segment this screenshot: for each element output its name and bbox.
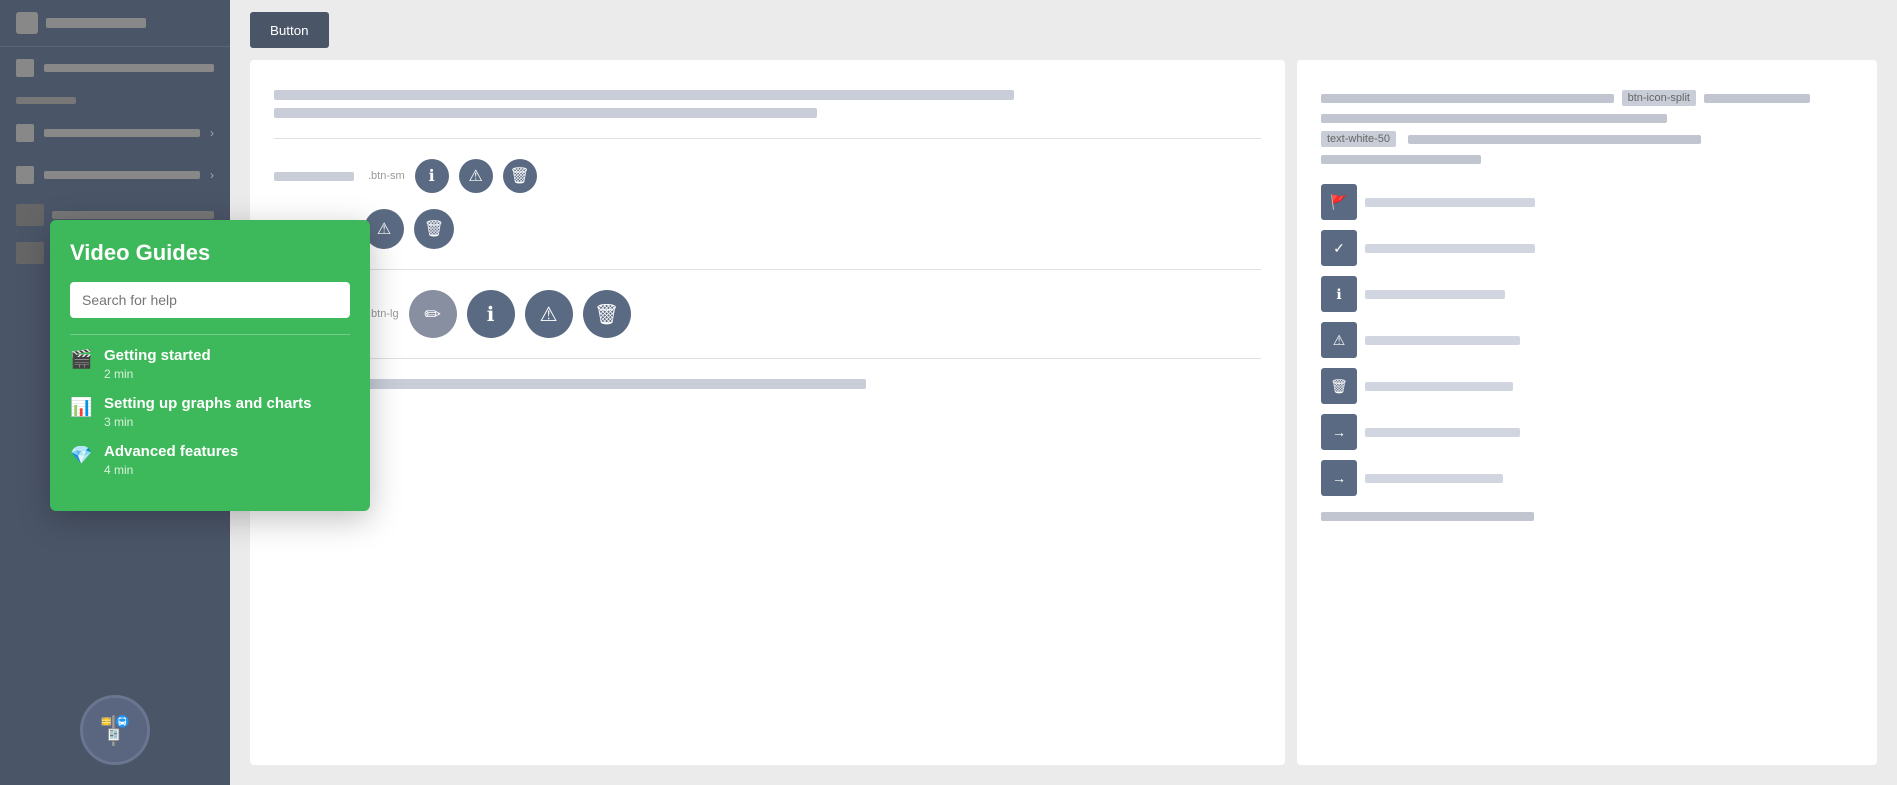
video-guide-content: Getting started 2 min <box>104 347 211 381</box>
video-guide-content: Setting up graphs and charts 3 min <box>104 395 312 429</box>
btn-row-medium: ⚠ 🗑 <box>274 209 1261 249</box>
video-guide-duration: 3 min <box>104 415 312 429</box>
arrow-button-right-1[interactable]: → <box>1321 414 1357 450</box>
arrow-button-right-2[interactable]: → <box>1321 460 1357 496</box>
btn-label <box>274 172 354 181</box>
panel-text-bar-1 <box>274 90 1014 100</box>
sidebar-item-label <box>44 129 200 137</box>
panel-divider <box>274 138 1261 139</box>
chevron-right-icon: › <box>210 126 214 140</box>
logo-text <box>46 18 146 28</box>
sidebar-item-label <box>52 211 214 219</box>
right-text-bar-3 <box>1365 290 1505 299</box>
guide-button-area: 🚏 <box>0 675 230 785</box>
btn-size-label-lg: .btn-lg <box>368 308 399 320</box>
sidebar-section-1 <box>0 89 230 112</box>
video-guide-item-graphs[interactable]: 📊 Setting up graphs and charts 3 min <box>70 395 350 429</box>
delete-button-small[interactable]: 🗑 <box>503 159 537 193</box>
right-text-bar-1 <box>1365 198 1535 207</box>
panel-divider-3 <box>274 358 1261 359</box>
sidebar-item-dashboard[interactable] <box>0 47 230 89</box>
right-panel: btn-icon-split text-white-50 🚩 <box>1297 60 1877 765</box>
search-input[interactable] <box>70 282 350 318</box>
right-bottom-bar <box>1321 512 1534 521</box>
right-text-bar-5 <box>1365 382 1513 391</box>
video-guides-title: Video Guides <box>70 240 350 266</box>
panel-divider-2 <box>274 269 1261 270</box>
right-btn-row-6: → <box>1321 414 1853 450</box>
right-text-bar-4 <box>1365 336 1520 345</box>
code-bar-4 <box>1408 135 1701 144</box>
top-bar: Button <box>230 0 1897 60</box>
code-inline-2: text-white-50 <box>1321 131 1396 147</box>
warn-button-small[interactable]: ⚠ <box>459 159 493 193</box>
right-text-bar-6 <box>1365 428 1520 437</box>
right-btn-row-5: 🗑 <box>1321 368 1853 404</box>
section-label <box>16 97 76 104</box>
warn-button-medium[interactable]: ⚠ <box>364 209 404 249</box>
getting-started-icon: 🎬 <box>70 349 94 373</box>
video-guide-title: Setting up graphs and charts <box>104 395 312 412</box>
video-guide-content: Advanced features 4 min <box>104 443 238 477</box>
right-text-bar-7 <box>1365 474 1503 483</box>
sidebar-item-label <box>44 64 214 72</box>
main-content: Button .btn-sm ℹ ⚠ 🗑 ⚠ 🗑 <box>230 0 1897 785</box>
advanced-icon: 💎 <box>70 445 94 469</box>
chevron-right-icon: › <box>210 168 214 182</box>
dashboard-icon <box>16 59 34 77</box>
settings-icon <box>16 124 34 142</box>
right-btn-row-4: ⚠ <box>1321 322 1853 358</box>
video-guides-divider <box>70 334 350 335</box>
graphs-icon: 📊 <box>70 397 94 421</box>
video-guides-panel: Video Guides 🎬 Getting started 2 min 📊 S… <box>50 220 370 511</box>
sidebar-item-tools[interactable]: › <box>0 154 230 196</box>
warn-button-large[interactable]: ⚠ <box>525 290 573 338</box>
tools-icon <box>16 166 34 184</box>
video-guide-title: Advanced features <box>104 443 238 460</box>
delete-button-large[interactable]: 🗑 <box>583 290 631 338</box>
btn-row-large: .btn-lg ✏ ℹ ⚠ 🗑 <box>274 290 1261 338</box>
chart-icon <box>16 204 44 226</box>
video-guide-item-advanced[interactable]: 💎 Advanced features 4 min <box>70 443 350 477</box>
warn-button-right[interactable]: ⚠ <box>1321 322 1357 358</box>
sidebar-logo <box>0 0 230 47</box>
code-bar-5 <box>1321 155 1481 164</box>
edit-button-large[interactable]: ✏ <box>409 290 457 338</box>
panel-text-bar-2 <box>274 108 817 118</box>
delete-button-right[interactable]: 🗑 <box>1321 368 1357 404</box>
signpost-icon: 🚏 <box>98 714 133 747</box>
info-button-small[interactable]: ℹ <box>415 159 449 193</box>
right-btn-row-3: ℹ <box>1321 276 1853 312</box>
video-guide-duration: 2 min <box>104 367 211 381</box>
table-icon <box>16 242 44 264</box>
code-bar-2 <box>1704 94 1810 103</box>
video-guide-title: Getting started <box>104 347 211 364</box>
video-guide-item-getting-started[interactable]: 🎬 Getting started 2 min <box>70 347 350 381</box>
right-btn-row-2: ✓ <box>1321 230 1853 266</box>
code-bar-1 <box>1321 94 1614 103</box>
logo-icon <box>16 12 38 34</box>
top-bar-button[interactable]: Button <box>250 12 329 48</box>
left-panel: .btn-sm ℹ ⚠ 🗑 ⚠ 🗑 .btn-lg ✏ ℹ ⚠ 🗑 <box>250 60 1285 765</box>
sidebar-item-settings[interactable]: › <box>0 112 230 154</box>
right-text-bar-2 <box>1365 244 1535 253</box>
flag-button[interactable]: 🚩 <box>1321 184 1357 220</box>
right-btn-row-1: 🚩 <box>1321 184 1853 220</box>
guide-button[interactable]: 🚏 <box>80 695 150 765</box>
delete-button-medium[interactable]: 🗑 <box>414 209 454 249</box>
info-button-right[interactable]: ℹ <box>1321 276 1357 312</box>
check-button[interactable]: ✓ <box>1321 230 1357 266</box>
code-bar-3 <box>1321 114 1667 123</box>
code-inline-1: btn-icon-split <box>1622 90 1696 106</box>
right-btn-row-7: → <box>1321 460 1853 496</box>
btn-row-small: .btn-sm ℹ ⚠ 🗑 <box>274 159 1261 193</box>
info-button-large[interactable]: ℹ <box>467 290 515 338</box>
content-area: .btn-sm ℹ ⚠ 🗑 ⚠ 🗑 .btn-lg ✏ ℹ ⚠ 🗑 <box>230 60 1897 785</box>
sidebar-item-label <box>44 171 200 179</box>
video-guide-duration: 4 min <box>104 463 238 477</box>
btn-size-label: .btn-sm <box>368 170 405 182</box>
